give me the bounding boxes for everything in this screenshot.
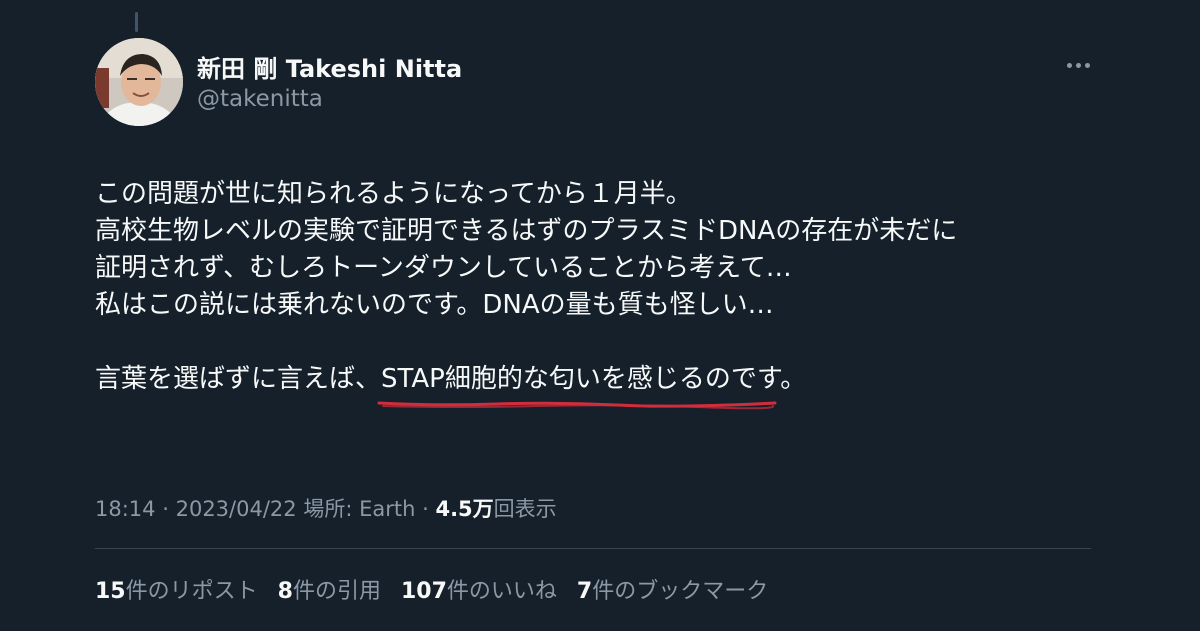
tweet-location: 場所: Earth xyxy=(303,497,416,521)
likes-stat[interactable]: 107件のいいね xyxy=(401,573,557,605)
stat-count: 107 xyxy=(400,579,447,604)
engagement-stats: 15件のリポスト 8件の引用 107件のいいね 7件のブックマーク xyxy=(95,573,768,605)
author-name[interactable]: 新田 剛 Takeshi Nitta xyxy=(197,49,462,84)
quotes-stat[interactable]: 8件の引用 xyxy=(278,573,381,605)
stat-count: 15 xyxy=(95,579,126,604)
red-underline-annotation xyxy=(377,401,777,410)
tweet-time[interactable]: 18:14 xyxy=(95,497,156,521)
meta-separator: · xyxy=(422,497,429,521)
reposts-stat[interactable]: 15件のリポスト xyxy=(95,573,258,605)
underlined-phrase: STAP細胞的な匂いを感じる xyxy=(377,361,777,410)
more-dot xyxy=(1075,62,1081,68)
tweet-text-line: 証明されず、むしろトーンダウンしていることから考えて… xyxy=(95,253,792,283)
avatar-photo xyxy=(95,38,183,126)
views-label: 回表示 xyxy=(493,497,557,521)
tweet-text-segment: 言葉を選ばずに言えば、 xyxy=(95,364,382,394)
tweet-text-line: この問題が世に知られるようになってから１月半。 xyxy=(95,179,692,209)
thread-connector-line xyxy=(135,12,138,32)
tweet-text-line: 高校生物レベルの実験で証明できるはずのプラスミドDNAの存在が未だに xyxy=(95,216,958,246)
stat-count: 7 xyxy=(576,579,593,604)
meta-separator: · xyxy=(162,497,169,521)
tweet-text-segment: のです。 xyxy=(704,364,807,394)
underlined-text: STAP細胞的な匂いを感じる xyxy=(381,364,705,394)
stat-label: 件のリポスト xyxy=(125,579,258,604)
views-count: 4.5万 xyxy=(435,497,494,521)
stat-label: 件のいいね xyxy=(446,579,557,604)
tweet-text-line: 言葉を選ばずに言えば、STAP細胞的な匂いを感じる のです。 xyxy=(95,361,1105,410)
more-dot xyxy=(1084,62,1090,68)
tweet-metadata: 18:14 · 2023/04/22 場所: Earth · 4.5万回表示 xyxy=(95,493,557,523)
stat-label: 件のブックマーク xyxy=(592,579,769,604)
stat-label: 件の引用 xyxy=(292,579,381,604)
divider xyxy=(95,548,1091,549)
avatar[interactable] xyxy=(95,38,183,126)
more-options-button[interactable] xyxy=(1060,50,1096,80)
tweet-date[interactable]: 2023/04/22 xyxy=(176,497,297,521)
tweet-text: この問題が世に知られるようになってから１月半。 高校生物レベルの実験で証明できる… xyxy=(95,176,1105,410)
tweet-detail-view: 新田 剛 Takeshi Nitta @takenitta この問題が世に知られ… xyxy=(0,0,1200,631)
stat-count: 8 xyxy=(277,579,293,604)
author-handle[interactable]: @takenitta xyxy=(197,86,323,112)
bookmarks-stat[interactable]: 7件のブックマーク xyxy=(577,573,768,605)
more-horizontal-icon xyxy=(1066,62,1072,68)
tweet-text-line: 私はこの説には乗れないのです。DNAの量も質も怪しい… xyxy=(95,290,774,320)
